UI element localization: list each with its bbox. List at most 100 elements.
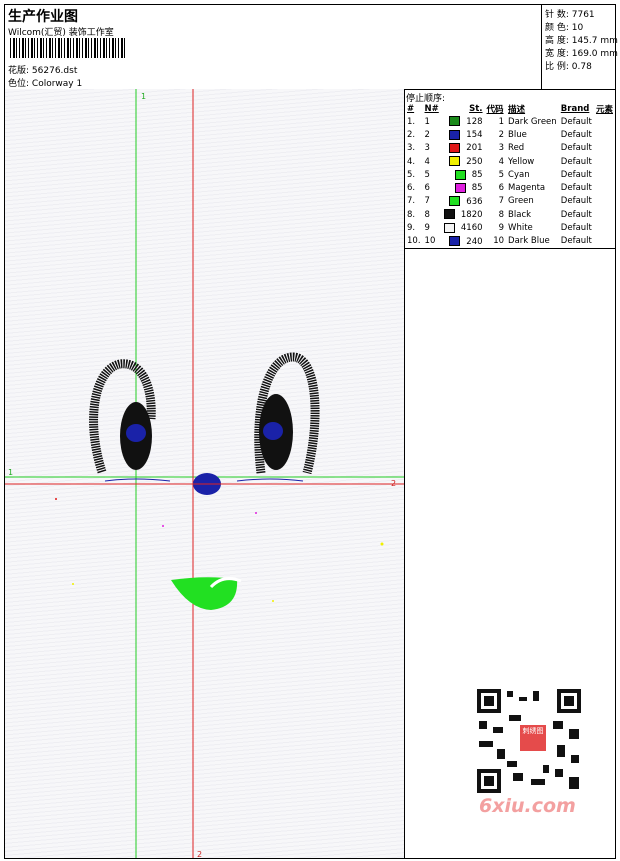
row-index: 10. [407,236,421,247]
row-code: 2 [498,129,505,140]
colorway-label: 色位: [8,79,30,89]
row-code: 7 [498,196,505,207]
row-brand: Default [560,116,592,127]
row-brand: Default [560,143,592,154]
row-brand: Default [560,129,592,140]
table-row: 2. 2 154 2 Blue Default [405,128,615,141]
colorway-row: 色位: Colorway 1 [8,76,82,89]
row-needle: 4 [424,156,430,167]
row-element [594,168,615,181]
col-header: N# [424,103,439,114]
row-brand: Default [560,209,592,220]
stop-sequence-table: # N# St. 代码 描述 Brand 元素 1. 1 128 1 Dark Gree… [405,102,615,248]
table-row: 9. 9 4160 9 White Default [405,221,615,234]
row-needle: 8 [424,209,430,220]
row-brand: Default [560,236,592,247]
stat-colors: 颜 色: 10 [545,23,584,33]
color-swatch [443,209,455,220]
row-description: Red [508,143,525,154]
qr-code: 刺绣图 [473,685,585,797]
row-description: White [508,223,533,234]
table-row: 1. 1 128 1 Dark Green Default [405,115,615,128]
col-header: St. [469,103,483,114]
color-swatch [454,169,466,180]
color-swatch [449,156,461,167]
watermark-text: 6xiu.com [479,795,576,817]
row-index: 6. [407,183,416,194]
row-stitches: 1820 [442,208,485,221]
v1-label: 1 [141,92,146,101]
company-name: Wilcom(汇贸) 装饰工作室 [8,28,114,38]
row-element [594,195,615,208]
row-stitches: 154 [442,128,485,141]
color-swatch [449,142,461,153]
row-code: 4 [498,156,505,167]
v2-label: 2 [197,850,202,858]
color-swatch [454,182,466,193]
table-row: 5. 5 85 5 Cyan Default [405,168,615,181]
table-row: 10. 10 240 10 Dark Blue Default [405,235,615,248]
row-element [594,128,615,141]
row-description: Blue [508,129,527,140]
table-row: 4. 4 250 4 Yellow Default [405,155,615,168]
table-row: 6. 6 85 6 Magenta Default [405,181,615,194]
row-index: 7. [407,196,416,207]
design-row: 花版: 56276.dst [8,63,77,76]
stat-width: 宽 度: 169.0 mm [545,49,618,59]
row-needle: 5 [424,169,430,180]
col-header: Brand [560,103,590,114]
row-element [594,208,615,221]
table-row: 8. 8 1820 8 Black Default [405,208,615,221]
row-code: 8 [498,209,505,220]
row-code: 5 [498,169,505,180]
row-stitches: 201 [442,142,485,155]
row-code: 9 [498,223,505,234]
worksheet: 生产作业图 Wilcom(汇贸) 装饰工作室 花版: 56276.dst 色位:… [4,4,618,859]
mouth [171,577,238,610]
qr-logo: 刺绣图 [520,725,546,751]
col-header: # [407,103,415,114]
color-swatch [449,196,461,207]
color-swatch [449,129,461,140]
row-code: 3 [498,143,505,154]
design-value: 56276.dst [31,66,78,76]
h1-label: 1 [8,468,13,477]
row-index: 3. [407,143,416,154]
row-needle: 10 [424,236,436,247]
row-description: Dark Green [508,116,557,127]
header: 生产作业图 Wilcom(汇贸) 装饰工作室 花版: 56276.dst 色位:… [5,5,618,90]
row-description: Magenta [508,183,546,194]
stat-height: 高 度: 145.7 mm [545,36,618,46]
colorway-value: Colorway 1 [31,79,83,89]
row-description: Dark Blue [508,236,550,247]
page-title: 生产作业图 [8,9,78,25]
color-swatch [449,116,461,127]
row-brand: Default [560,196,592,207]
stat-ratio: 比 例: 0.78 [545,62,592,72]
row-description: Cyan [508,169,530,180]
row-needle: 2 [424,129,430,140]
row-needle: 1 [424,116,430,127]
row-code: 1 [498,116,505,127]
row-stitches: 85 [442,181,485,194]
row-needle: 9 [424,223,430,234]
row-needle: 3 [424,143,430,154]
row-element [594,142,615,155]
barcode [10,38,125,58]
row-element [594,235,615,248]
row-stitches: 240 [442,235,485,248]
row-index: 9. [407,223,416,234]
row-code: 10 [493,236,505,247]
stats-panel: 针 数: 7761 颜 色: 10 高 度: 145.7 mm 宽 度: 169… [541,5,618,89]
row-needle: 6 [424,183,430,194]
row-description: Green [508,196,534,207]
row-index: 4. [407,156,416,167]
left-lower-lid [104,478,171,482]
row-stitches: 85 [442,168,485,181]
row-brand: Default [560,223,592,234]
row-brand: Default [560,183,592,194]
design-canvas: 1 1 2 2 [5,89,405,858]
row-element [594,115,615,128]
right-iris [263,422,283,440]
row-code: 6 [498,183,505,194]
